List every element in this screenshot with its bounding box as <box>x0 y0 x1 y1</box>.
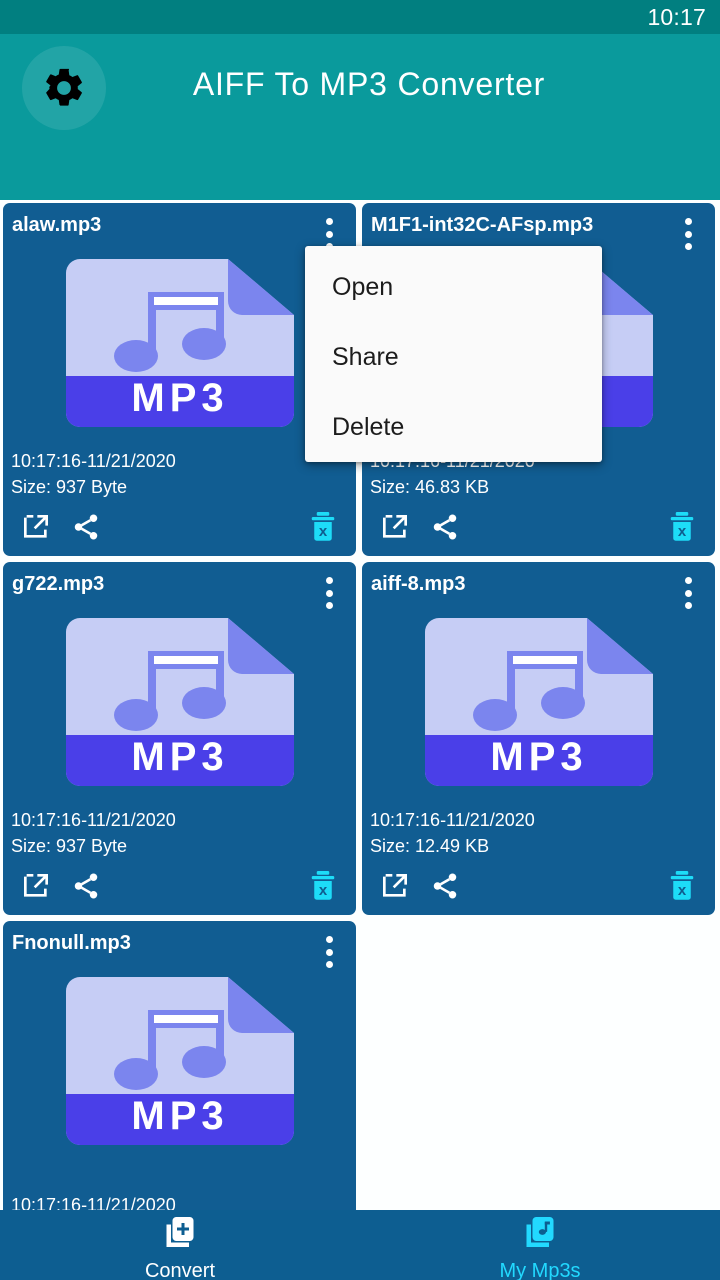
svg-text:x: x <box>678 523 687 540</box>
card-meta: 10:17:16-11/21/2020 Size: 937 Byte <box>11 807 176 859</box>
nav-label-my-mp3s: My Mp3s <box>499 1259 581 1280</box>
delete-trash-icon[interactable]: x <box>665 867 699 905</box>
svg-text:MP3: MP3 <box>131 1094 228 1138</box>
open-in-new-icon[interactable] <box>378 869 412 903</box>
share-icon[interactable] <box>69 869 103 903</box>
delete-trash-icon[interactable]: x <box>665 508 699 546</box>
add-file-icon <box>162 1214 198 1255</box>
svg-text:MP3: MP3 <box>131 735 228 779</box>
mp3-card[interactable]: g722.mp3 MP3 10:17:16-11/21/2020 Size: 9… <box>3 562 356 915</box>
nav-item-my-mp3s[interactable]: My Mp3s <box>360 1210 720 1280</box>
app-screen: 10:17 AIFF To MP3 Converter alaw.mp3 MP3… <box>0 0 720 1280</box>
card-meta: 10:17:16-11/21/2020 <box>11 1192 176 1210</box>
card-actions: x <box>362 508 715 550</box>
svg-text:MP3: MP3 <box>490 735 587 779</box>
svg-text:x: x <box>319 523 328 540</box>
card-filename: M1F1-int32C-AFsp.mp3 <box>371 214 594 236</box>
kebab-menu-icon[interactable] <box>675 215 701 253</box>
share-icon[interactable] <box>69 510 103 544</box>
card-timestamp: 10:17:16-11/21/2020 <box>11 810 176 830</box>
delete-trash-icon[interactable]: x <box>306 867 340 905</box>
bottom-navigation: Convert My Mp3s <box>0 1210 720 1280</box>
card-actions: x <box>3 867 356 909</box>
card-size: Size: 46.83 KB <box>370 477 490 497</box>
status-bar: 10:17 <box>0 0 720 34</box>
card-filename: aiff-8.mp3 <box>371 573 466 595</box>
card-meta: 10:17:16-11/21/2020 Size: 937 Byte <box>11 448 176 500</box>
app-bar: AIFF To MP3 Converter <box>0 34 720 200</box>
card-filename: g722.mp3 <box>12 573 105 595</box>
svg-text:x: x <box>319 882 328 899</box>
svg-text:x: x <box>678 882 687 899</box>
card-timestamp: 10:17:16-11/21/2020 <box>11 1195 176 1210</box>
card-filename: Fnonull.mp3 <box>12 932 131 954</box>
open-in-new-icon[interactable] <box>19 869 53 903</box>
context-menu: Open Share Delete <box>305 246 602 462</box>
card-size: Size: 937 Byte <box>11 836 128 856</box>
mp3-file-thumbnail: MP3 <box>56 618 304 800</box>
mp3-file-thumbnail: MP3 <box>56 977 304 1159</box>
mp3-file-thumbnail: MP3 <box>56 259 304 441</box>
card-size: Size: 12.49 KB <box>370 836 490 856</box>
mp3-card[interactable]: alaw.mp3 MP3 10:17:16-11/21/2020 Size: 9… <box>3 203 356 556</box>
mp3-file-thumbnail: MP3 <box>415 618 663 800</box>
open-in-new-icon[interactable] <box>378 510 412 544</box>
mp3-card[interactable]: Fnonull.mp3 MP3 10:17:16-11/21/2020 <box>3 921 356 1210</box>
card-meta: 10:17:16-11/21/2020 Size: 12.49 KB <box>370 807 535 859</box>
context-menu-item-share[interactable]: Share <box>305 322 602 392</box>
nav-item-convert[interactable]: Convert <box>0 1210 360 1280</box>
card-actions: x <box>362 867 715 909</box>
kebab-menu-icon[interactable] <box>316 933 342 971</box>
app-title: AIFF To MP3 Converter <box>192 65 546 102</box>
music-files-icon <box>522 1214 558 1255</box>
delete-trash-icon[interactable]: x <box>306 508 340 546</box>
context-menu-item-delete[interactable]: Delete <box>305 392 602 462</box>
context-menu-item-open[interactable]: Open <box>305 252 602 322</box>
card-filename: alaw.mp3 <box>12 214 102 236</box>
svg-text:MP3: MP3 <box>131 376 228 420</box>
status-bar-clock: 10:17 <box>647 3 706 30</box>
kebab-menu-icon[interactable] <box>316 574 342 612</box>
mp3-card[interactable]: aiff-8.mp3 MP3 10:17:16-11/21/2020 Size:… <box>362 562 715 915</box>
card-size: Size: 937 Byte <box>11 477 128 497</box>
card-actions: x <box>3 508 356 550</box>
open-in-new-icon[interactable] <box>19 510 53 544</box>
share-icon[interactable] <box>428 510 462 544</box>
card-timestamp: 10:17:16-11/21/2020 <box>370 810 535 830</box>
kebab-menu-icon[interactable] <box>675 574 701 612</box>
card-timestamp: 10:17:16-11/21/2020 <box>11 451 176 471</box>
nav-label-convert: Convert <box>144 1259 216 1280</box>
share-icon[interactable] <box>428 869 462 903</box>
